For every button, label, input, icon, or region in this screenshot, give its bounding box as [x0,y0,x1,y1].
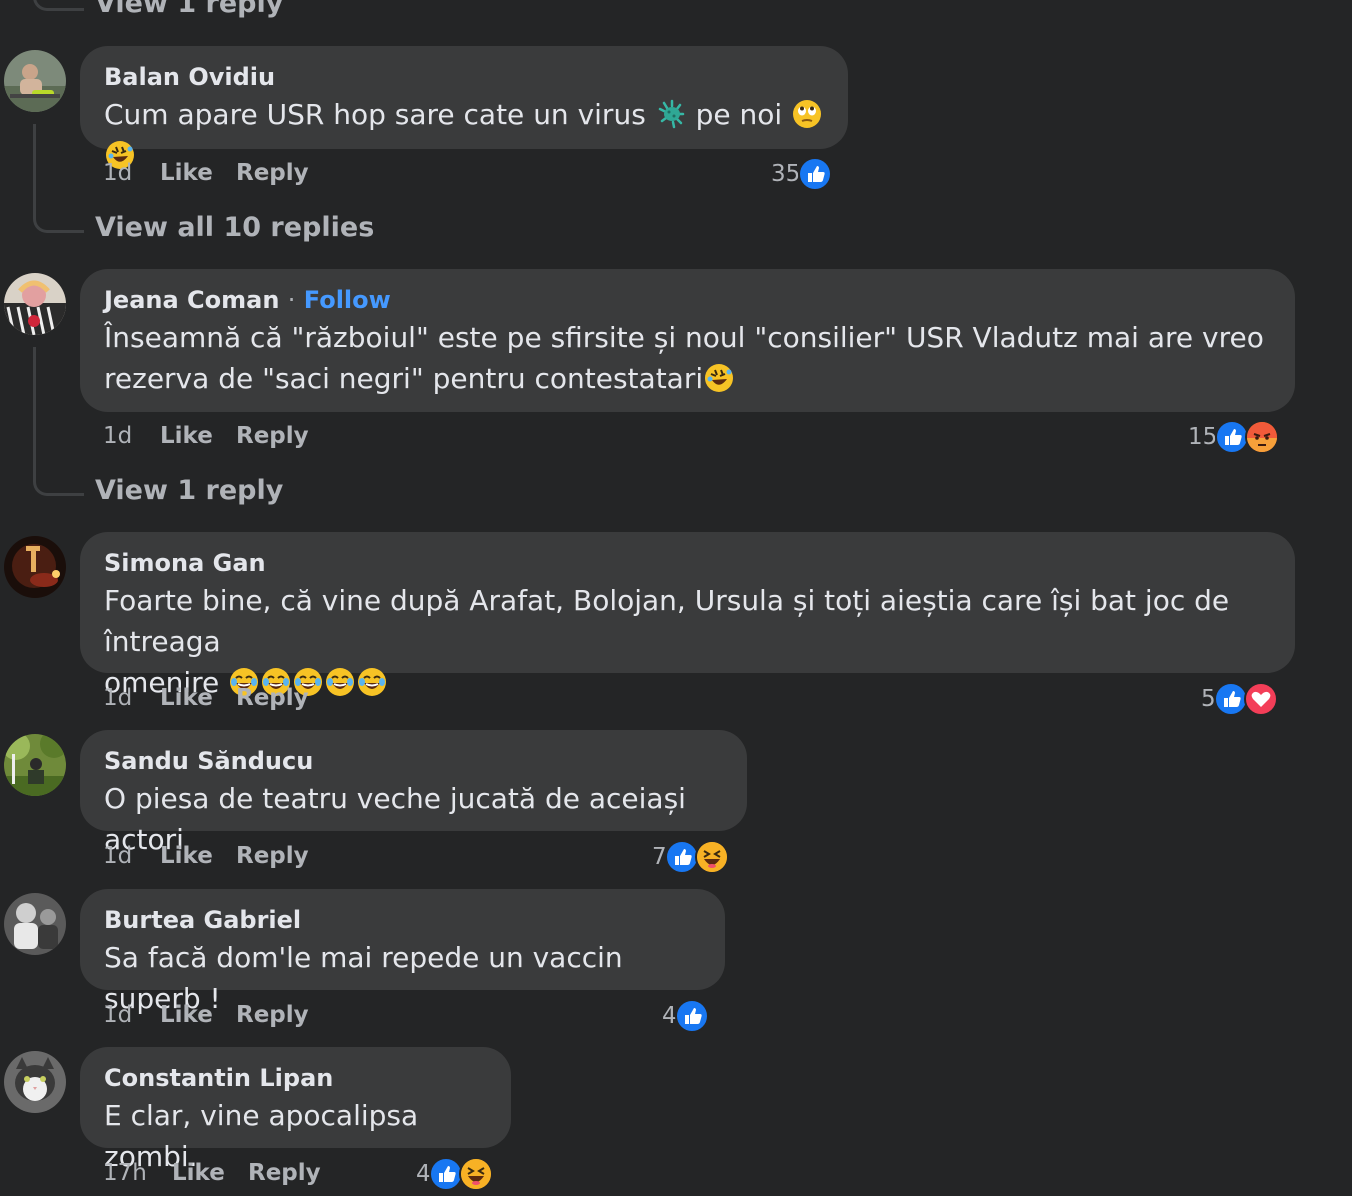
thread-connector [33,0,84,11]
comment-timestamp[interactable]: 17h [103,1160,172,1186]
comment-author[interactable]: Constantin Lipan [104,1061,487,1095]
reply-button[interactable]: Reply [248,1160,321,1186]
thread-line [33,347,36,457]
haha-icon [694,840,729,874]
comment-bubble: Jeana Coman · Follow Înseamnă că "război… [80,269,1295,412]
joy-emoji [357,667,387,697]
follow-button[interactable]: Follow [304,286,391,314]
comment-timestamp[interactable]: 1d [103,160,160,186]
like-icon [1213,682,1248,716]
reaction-count: 35 [771,161,801,187]
reaction-summary[interactable]: 4 [416,1156,493,1192]
comment-bubble: Burtea Gabriel Sa facă dom'le mai repede… [80,889,725,1015]
comment-actions: 1d Like Reply [103,160,309,186]
comment-author[interactable]: Burtea Gabriel [104,903,701,937]
rolling-eyes-emoji [792,99,822,129]
comment-bubble: Sandu Sănducu O piesa de teatru veche ju… [80,730,747,856]
comment-timestamp[interactable]: 1d [103,1002,160,1028]
comment-actions: 17h Like Reply [103,1160,321,1186]
like-icon [664,840,699,874]
comment-author[interactable]: Sandu Sănducu [104,744,723,778]
separator-dot: · [287,286,296,314]
microbe-emoji [656,99,686,129]
avatar[interactable] [4,893,66,955]
comment-timestamp[interactable]: 1d [103,685,160,711]
angry-icon [1245,420,1280,454]
joy-emoji [325,667,355,697]
like-button[interactable]: Like [160,685,236,711]
comment-actions: 1d Like Reply [103,843,309,869]
comment-actions: 1d Like Reply [103,423,309,449]
avatar[interactable] [4,273,66,335]
avatar[interactable] [4,1051,66,1113]
reply-button[interactable]: Reply [236,843,309,869]
comment-timestamp[interactable]: 1d [103,423,160,449]
reply-button[interactable]: Reply [236,685,309,711]
comment-actions: 1d Like Reply [103,1002,309,1028]
comment-author[interactable]: Simona Gan [104,546,1271,580]
like-icon [798,157,833,191]
thread-line [33,124,36,194]
comment-timestamp[interactable]: 1d [103,843,160,869]
view-replies-link[interactable]: View 1 reply [95,0,283,19]
view-replies-link[interactable]: View 1 reply [95,475,283,506]
comment-bubble: Simona Gan Foarte bine, că vine după Ara… [80,532,1295,699]
reply-button[interactable]: Reply [236,1002,309,1028]
author-name[interactable]: Jeana Coman [104,286,279,314]
thread-connector [33,455,84,496]
like-icon [1215,420,1250,454]
reaction-summary[interactable]: 15 [1188,419,1280,455]
like-button[interactable]: Like [160,843,236,869]
reply-button[interactable]: Reply [236,423,309,449]
comment-actions: 1d Like Reply [103,685,309,711]
rofl-emoji [704,363,734,393]
reaction-summary[interactable]: 7 [652,839,729,875]
view-replies-link[interactable]: View all 10 replies [95,212,374,243]
like-button[interactable]: Like [160,1002,236,1028]
love-icon [1243,682,1278,716]
comments-panel: View 1 reply Balan Ovidiu Cum apare USR … [0,0,1352,1196]
reply-button[interactable]: Reply [236,160,309,186]
comment-bubble: Constantin Lipan E clar, vine apocalipsa… [80,1047,511,1173]
avatar[interactable] [4,50,66,112]
reaction-summary[interactable]: 35 [771,156,833,192]
comment-author[interactable]: Balan Ovidiu [104,60,824,94]
like-icon [674,999,709,1033]
reaction-summary[interactable]: 5 [1201,681,1278,717]
comment-text: Înseamnă că "războiul" este pe sfirsite … [104,321,1264,395]
like-button[interactable]: Like [160,160,236,186]
thread-connector [33,192,84,233]
avatar[interactable] [4,734,66,796]
avatar[interactable] [4,536,66,598]
like-icon [428,1157,463,1191]
reaction-summary[interactable]: 4 [662,998,709,1034]
reaction-count: 15 [1188,424,1218,450]
like-button[interactable]: Like [172,1160,248,1186]
comment-author: Jeana Coman · Follow [104,283,1271,317]
comment-bubble: Balan Ovidiu Cum apare USR hop sare cate… [80,46,848,169]
like-button[interactable]: Like [160,423,236,449]
haha-icon [458,1157,493,1191]
